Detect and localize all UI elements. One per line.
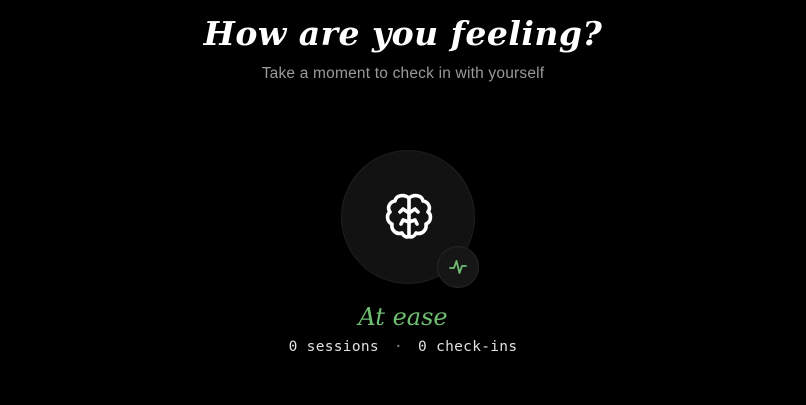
brain-icon [385,193,433,239]
stats-line: 0 sessions · 0 check-ins [0,339,806,355]
page-subtitle: Take a moment to check in with yourself [261,65,545,82]
stats-separator: · [393,339,403,355]
page-title: How are you feeling? [203,14,603,53]
sessions-count: 0 sessions [288,339,379,355]
checkins-count: 0 check-ins [418,339,518,355]
mood-label: At ease [358,303,448,331]
pulse-icon [449,260,467,274]
header: How are you feeling? Take a moment to ch… [0,12,806,83]
